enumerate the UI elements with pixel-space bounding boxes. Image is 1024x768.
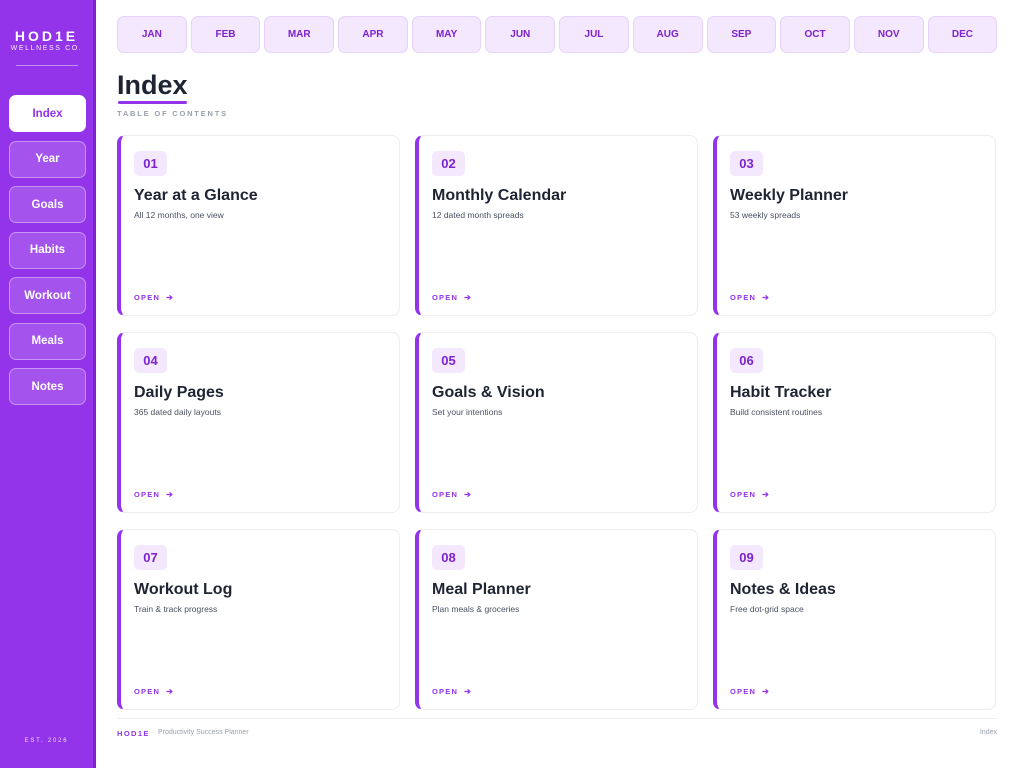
open-link[interactable]: OPEN ➔: [432, 490, 471, 499]
tab-sep[interactable]: SEP: [706, 16, 777, 53]
card-number: 07: [134, 545, 167, 570]
open-link[interactable]: OPEN ➔: [432, 687, 471, 696]
arrow-right-icon: ➔: [464, 490, 471, 499]
open-link[interactable]: OPEN ➔: [730, 293, 769, 302]
open-link[interactable]: OPEN ➔: [730, 490, 769, 499]
card-title: Year at a Glance: [134, 187, 258, 204]
card-title: Habit Tracker: [730, 384, 832, 401]
sidebar-item-goals[interactable]: Goals: [9, 186, 86, 223]
open-link[interactable]: OPEN ➔: [134, 687, 173, 696]
arrow-right-icon: ➔: [464, 687, 471, 696]
card-number: 02: [432, 151, 465, 176]
card-goals-vision[interactable]: 05 Goals & Vision Set your intentions OP…: [415, 332, 698, 513]
tab-may[interactable]: MAY: [411, 16, 482, 53]
card-title: Daily Pages: [134, 384, 224, 401]
page-subtitle: TABLE OF CONTENTS: [117, 109, 228, 118]
open-label: OPEN: [134, 490, 161, 499]
arrow-right-icon: ➔: [762, 687, 769, 696]
card-number: 03: [730, 151, 763, 176]
sidebar-established: EST. 2026: [24, 738, 69, 744]
arrow-right-icon: ➔: [762, 490, 769, 499]
card-description: 365 dated daily layouts: [134, 407, 221, 417]
arrow-right-icon: ➔: [166, 490, 173, 499]
card-description: Train & track progress: [134, 604, 218, 614]
sidebar: HOD1E WELLNESS CO. Index Year Goals Habi…: [0, 0, 96, 768]
card-number: 06: [730, 348, 763, 373]
card-number: 09: [730, 545, 763, 570]
card-description: Plan meals & groceries: [432, 604, 520, 614]
tab-feb[interactable]: FEB: [190, 16, 261, 53]
open-label: OPEN: [134, 293, 161, 302]
card-title: Workout Log: [134, 581, 233, 598]
tab-jul[interactable]: JUL: [559, 16, 629, 53]
open-label: OPEN: [730, 490, 757, 499]
brand-logo: HOD1E WELLNESS CO.: [0, 29, 93, 53]
page-footer: HOD1E · Productivity Success Planner Ind…: [117, 729, 997, 741]
open-label: OPEN: [134, 687, 161, 696]
open-label: OPEN: [730, 293, 757, 302]
footer-brand: HOD1E: [117, 729, 150, 738]
arrow-right-icon: ➔: [464, 293, 471, 302]
sidebar-divider: [16, 65, 78, 66]
card-number: 08: [432, 545, 465, 570]
footer-page-name: Index: [979, 729, 997, 736]
card-workout-log[interactable]: 07 Workout Log Train & track progress OP…: [117, 529, 400, 710]
card-number: 01: [134, 151, 167, 176]
open-link[interactable]: OPEN ➔: [730, 687, 769, 696]
month-tabs: JAN FEB MAR APR MAY JUN JUL AUG SEP OCT …: [117, 16, 998, 53]
card-description: Free dot-grid space: [730, 604, 804, 614]
tab-mar[interactable]: MAR: [264, 16, 335, 53]
open-label: OPEN: [730, 687, 757, 696]
tab-nov[interactable]: NOV: [853, 16, 924, 53]
card-year-at-a-glance[interactable]: 01 Year at a Glance All 12 months, one v…: [117, 135, 400, 316]
tab-apr[interactable]: APR: [338, 16, 408, 53]
card-title: Meal Planner: [432, 581, 531, 598]
sidebar-item-year[interactable]: Year: [9, 140, 86, 178]
card-number: 04: [134, 348, 167, 373]
tab-oct[interactable]: OCT: [780, 16, 850, 53]
arrow-right-icon: ➔: [166, 687, 173, 696]
tab-dec[interactable]: DEC: [927, 16, 998, 53]
tab-jun[interactable]: JUN: [485, 16, 556, 53]
open-label: OPEN: [432, 293, 459, 302]
footer-divider: [117, 718, 997, 719]
card-weekly-planner[interactable]: 03 Weekly Planner 53 weekly spreads OPEN…: [713, 135, 996, 316]
card-notes-ideas[interactable]: 09 Notes & Ideas Free dot-grid space OPE…: [713, 529, 996, 710]
page-title: Index: [117, 70, 188, 100]
brand-name: HOD1E: [14, 28, 79, 44]
title-underline: [118, 101, 187, 104]
card-description: Set your intentions: [432, 407, 503, 417]
card-description: Build consistent routines: [730, 407, 823, 417]
card-description: 53 weekly spreads: [730, 210, 801, 220]
sidebar-item-workout[interactable]: Workout: [9, 277, 86, 314]
open-label: OPEN: [432, 687, 459, 696]
brand-tagline: WELLNESS CO.: [10, 45, 83, 52]
card-title: Monthly Calendar: [432, 187, 567, 204]
card-number: 05: [432, 348, 465, 373]
open-label: OPEN: [432, 490, 459, 499]
sidebar-item-index[interactable]: Index: [9, 95, 86, 132]
card-daily-pages[interactable]: 04 Daily Pages 365 dated daily layouts O…: [117, 332, 400, 513]
footer-separator: ·: [153, 729, 156, 736]
card-title: Notes & Ideas: [730, 581, 836, 598]
card-title: Goals & Vision: [432, 384, 545, 401]
card-meal-planner[interactable]: 08 Meal Planner Plan meals & groceries O…: [415, 529, 698, 710]
sidebar-item-habits[interactable]: Habits: [9, 231, 86, 269]
card-habit-tracker[interactable]: 06 Habit Tracker Build consistent routin…: [713, 332, 996, 513]
card-description: All 12 months, one view: [134, 210, 224, 220]
sidebar-item-meals[interactable]: Meals: [9, 322, 86, 360]
card-title: Weekly Planner: [730, 187, 848, 204]
sidebar-nav: Index Year Goals Habits Workout Meals No…: [9, 95, 86, 414]
arrow-right-icon: ➔: [166, 293, 173, 302]
sidebar-item-notes[interactable]: Notes: [9, 368, 86, 405]
arrow-right-icon: ➔: [762, 293, 769, 302]
tab-jan[interactable]: JAN: [117, 16, 187, 53]
open-link[interactable]: OPEN ➔: [134, 490, 173, 499]
card-description: 12 dated month spreads: [432, 210, 524, 220]
footer-title: Productivity Success Planner: [158, 729, 249, 736]
open-link[interactable]: OPEN ➔: [432, 293, 471, 302]
open-link[interactable]: OPEN ➔: [134, 293, 173, 302]
card-monthly-calendar[interactable]: 02 Monthly Calendar 12 dated month sprea…: [415, 135, 698, 316]
tab-aug[interactable]: AUG: [632, 16, 703, 53]
